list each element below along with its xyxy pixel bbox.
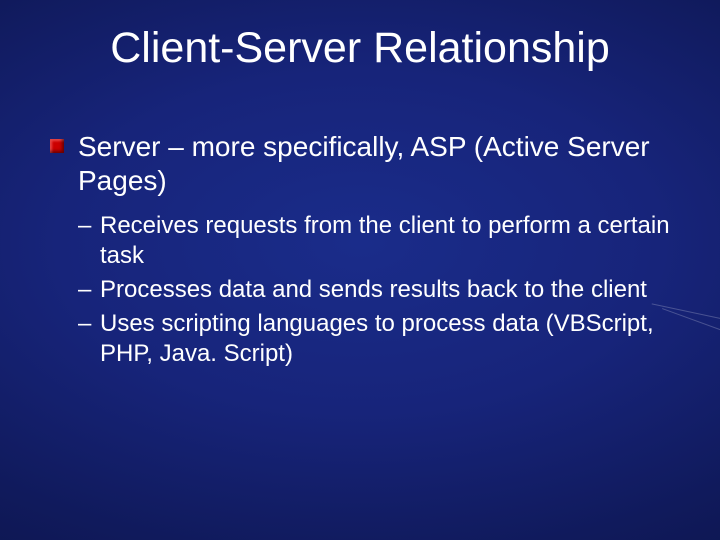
level2-text: Uses scripting languages to process data…	[100, 310, 654, 367]
slide: Client-Server Relationship Server – more…	[0, 0, 720, 540]
bullet-level1: Server – more specifically, ASP (Active …	[50, 130, 680, 197]
bullet-level2: – Processes data and sends results back …	[78, 275, 680, 305]
dash-icon: –	[78, 211, 91, 241]
bullet-level2: – Uses scripting languages to process da…	[78, 309, 680, 369]
level2-text: Receives requests from the client to per…	[100, 212, 670, 269]
square-bullet-icon	[50, 139, 64, 153]
level2-text: Processes data and sends results back to…	[100, 276, 647, 303]
slide-content: Server – more specifically, ASP (Active …	[50, 130, 680, 373]
slide-title: Client-Server Relationship	[0, 24, 720, 73]
dash-icon: –	[78, 275, 91, 305]
level1-text: Server – more specifically, ASP (Active …	[78, 131, 650, 196]
bullet-level2: – Receives requests from the client to p…	[78, 211, 680, 271]
dash-icon: –	[78, 309, 91, 339]
